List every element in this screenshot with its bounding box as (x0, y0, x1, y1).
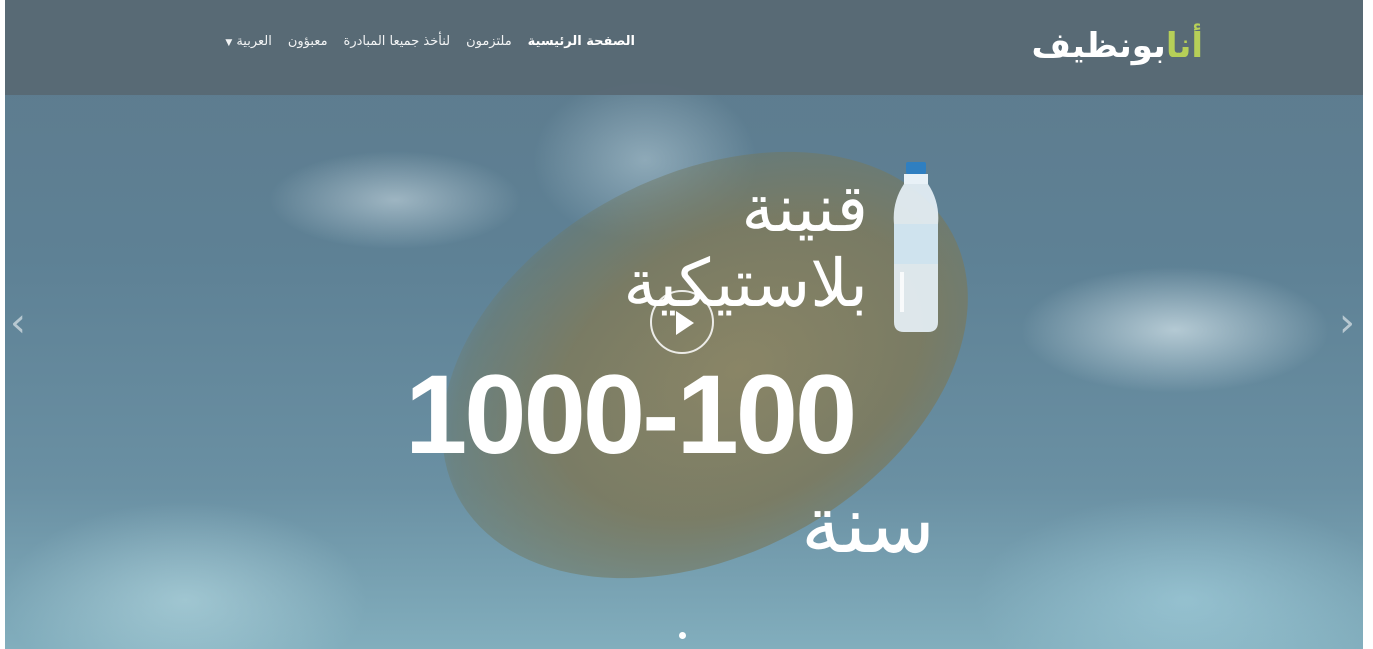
language-label: العربية (236, 34, 272, 49)
logo-part-ana: أنا (1165, 26, 1203, 66)
carousel-prev-arrow[interactable]: ‹ (10, 303, 26, 343)
main-nav: الصفحة الرئيسية ملتزمون لنأخذ جميعا المب… (225, 34, 635, 49)
slide-number: 1000-100 (405, 352, 857, 477)
bottle-icon (893, 162, 939, 332)
slide-unit-years: سنة (800, 478, 935, 571)
site-logo[interactable]: أنابونظيف (1031, 26, 1203, 66)
hero-carousel: أنابونظيف الصفحة الرئيسية ملتزمون لنأخذ … (5, 0, 1363, 649)
play-icon[interactable] (650, 290, 714, 354)
nav-language-dropdown[interactable]: العربية▼ (225, 34, 271, 49)
site-header: أنابونظيف الصفحة الرئيسية ملتزمون لنأخذ … (5, 0, 1363, 95)
carousel-next-arrow[interactable]: › (1339, 303, 1355, 343)
logo-part-bonadif: بونظيف (1031, 26, 1166, 66)
nav-initiative[interactable]: لنأخذ جميعا المبادرة (344, 34, 451, 49)
carousel-indicator-dot[interactable] (679, 632, 686, 639)
nav-committed[interactable]: ملتزمون (466, 34, 512, 49)
nav-mobilized[interactable]: معبؤون (288, 34, 328, 49)
slide-line-bottle: قنينة (741, 170, 868, 247)
nav-home[interactable]: الصفحة الرئيسية (528, 34, 635, 49)
caret-down-icon: ▼ (225, 38, 233, 48)
